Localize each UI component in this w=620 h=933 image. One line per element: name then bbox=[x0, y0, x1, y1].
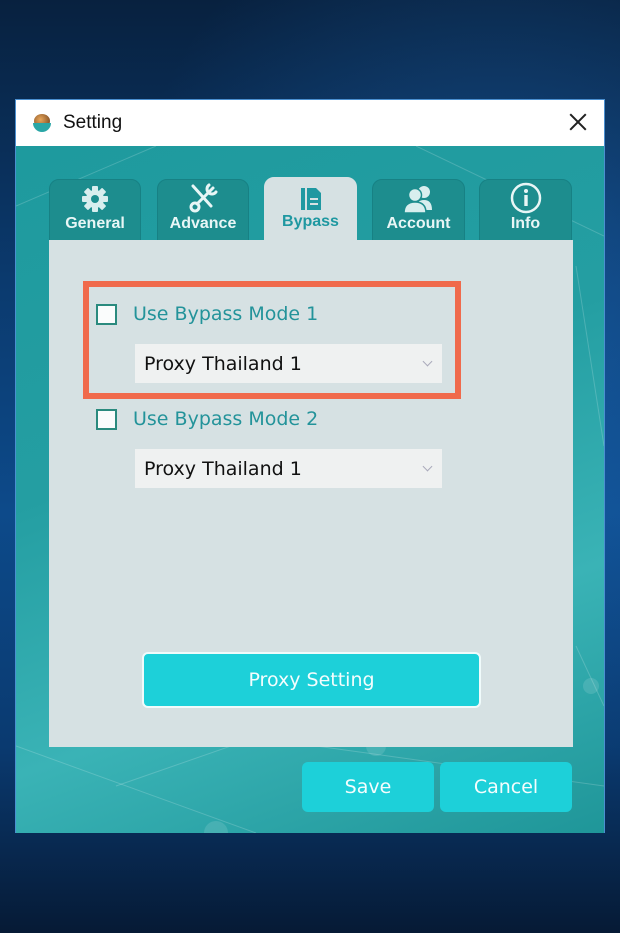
select-value: Proxy Thailand 1 bbox=[144, 457, 302, 480]
chevron-down-icon bbox=[422, 356, 433, 367]
gear-icon bbox=[82, 186, 108, 212]
tab-info[interactable]: Info bbox=[479, 179, 572, 241]
bypass-mode-1-checkbox[interactable]: Use Bypass Mode 1 bbox=[96, 303, 318, 325]
checkbox[interactable] bbox=[96, 408, 117, 430]
tab-bypass[interactable]: Bypass bbox=[264, 177, 357, 241]
bypass-mode-2-select[interactable]: Proxy Thailand 1 bbox=[135, 449, 442, 488]
cancel-button[interactable]: Cancel bbox=[440, 762, 572, 812]
info-icon bbox=[510, 182, 541, 214]
tab-general[interactable]: General bbox=[49, 179, 141, 241]
tab-label: Info bbox=[510, 215, 541, 232]
document-icon bbox=[300, 188, 321, 210]
tab-account[interactable]: Account bbox=[372, 179, 465, 241]
select-value: Proxy Thailand 1 bbox=[144, 352, 302, 375]
tab-label: Bypass bbox=[282, 213, 339, 230]
bypass-mode-1-select[interactable]: Proxy Thailand 1 bbox=[135, 344, 442, 383]
close-button[interactable] bbox=[566, 110, 590, 134]
save-button[interactable]: Save bbox=[302, 762, 434, 812]
chevron-down-icon bbox=[422, 461, 433, 472]
checkbox-label: Use Bypass Mode 2 bbox=[133, 408, 319, 430]
tab-label: Advance bbox=[169, 215, 237, 232]
window-title: Setting bbox=[63, 112, 123, 133]
bypass-mode-2-checkbox[interactable]: Use Bypass Mode 2 bbox=[96, 408, 318, 430]
checkbox-label: Use Bypass Mode 1 bbox=[133, 303, 319, 325]
tab-advance[interactable]: Advance bbox=[157, 179, 249, 241]
proxy-setting-button[interactable]: Proxy Setting bbox=[142, 652, 481, 708]
tools-icon bbox=[189, 183, 218, 213]
users-icon bbox=[402, 186, 432, 214]
dialog-body: General Advance Bypass Account Info Use … bbox=[16, 146, 604, 833]
tab-label: Account bbox=[386, 215, 451, 232]
bypass-panel: Use Bypass Mode 1 Proxy Thailand 1 Use B… bbox=[49, 240, 573, 747]
title-bar: Setting bbox=[16, 100, 604, 146]
checkbox[interactable] bbox=[96, 303, 117, 325]
tab-label: General bbox=[65, 215, 125, 232]
app-logo-icon bbox=[31, 112, 53, 134]
settings-window: Setting General Advance Bypass Account I… bbox=[15, 99, 605, 833]
